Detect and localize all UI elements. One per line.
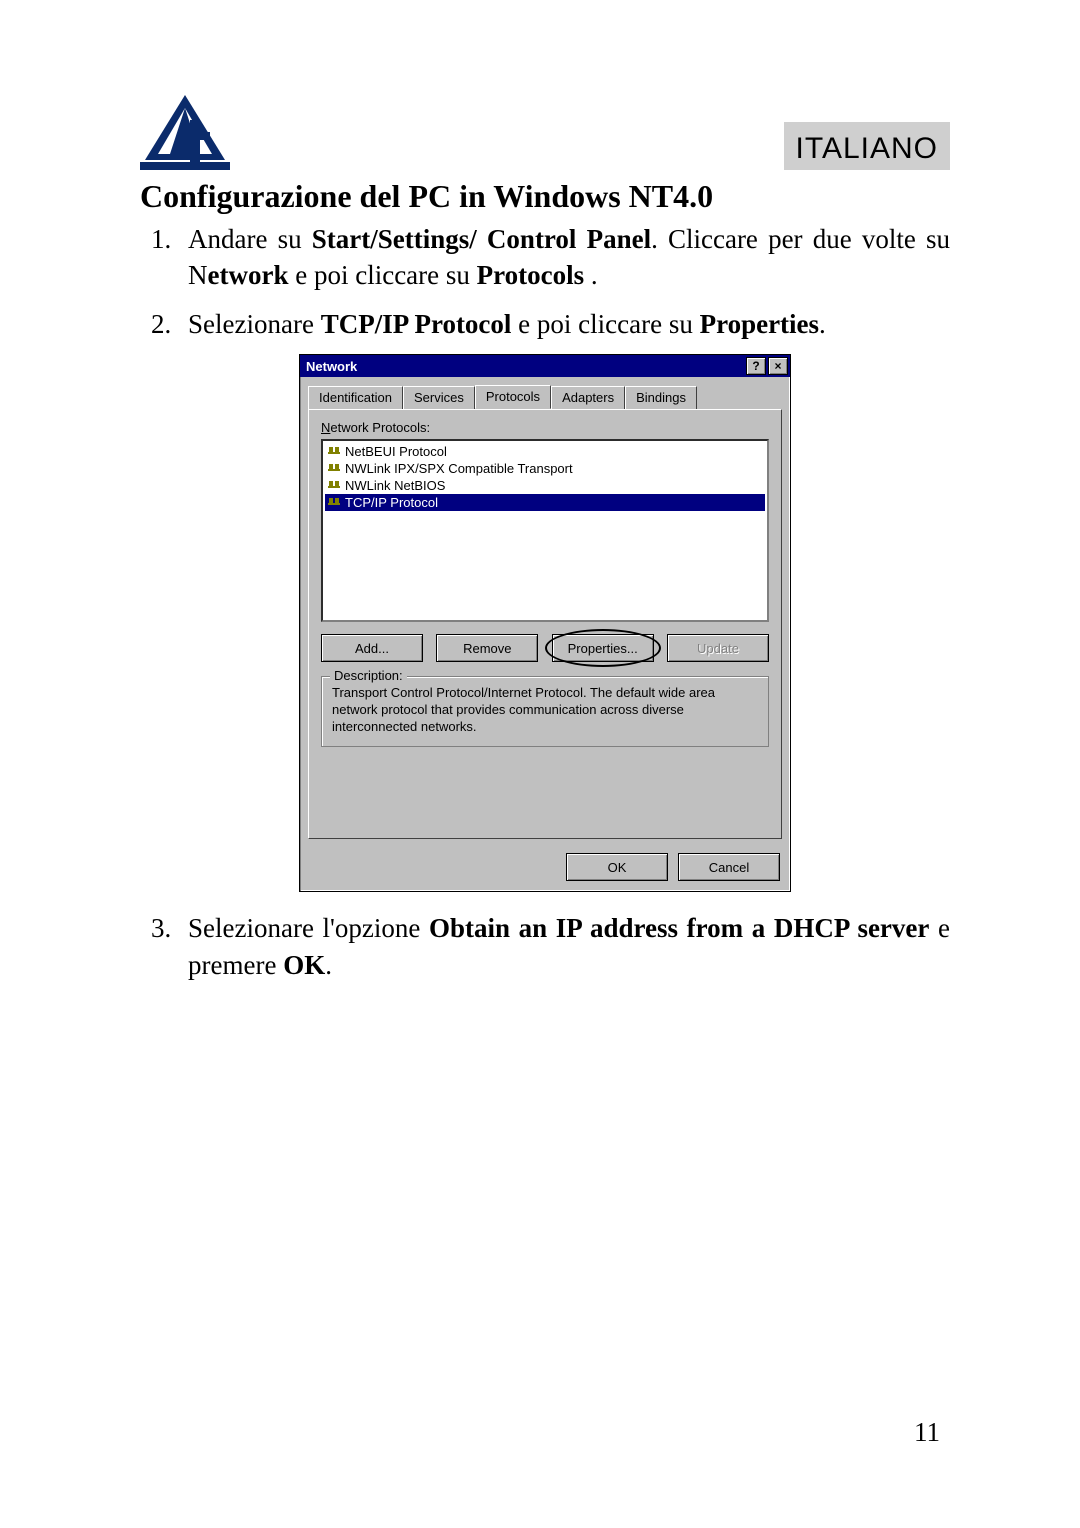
tab-bindings[interactable]: Bindings xyxy=(625,386,697,410)
network-dialog: Network ? × Identification Services Prot… xyxy=(299,354,791,892)
list-item-label: NetBEUI Protocol xyxy=(345,444,447,459)
help-icon: ? xyxy=(752,360,759,372)
tab-strip: Identification Services Protocols Adapte… xyxy=(300,377,790,409)
list-item[interactable]: NWLink IPX/SPX Compatible Transport xyxy=(325,460,765,477)
dialog-titlebar[interactable]: Network ? × xyxy=(300,355,790,377)
instruction-item-1: Andare su Start/Settings/ Control Panel.… xyxy=(178,221,950,294)
instruction-item-2: Selezionare TCP/IP Protocol e poi clicca… xyxy=(178,306,950,342)
tab-identification[interactable]: Identification xyxy=(308,386,403,410)
tab-adapters[interactable]: Adapters xyxy=(551,386,625,410)
cancel-button[interactable]: Cancel xyxy=(678,853,780,881)
protocol-icon xyxy=(327,496,341,510)
ok-button[interactable]: OK xyxy=(566,853,668,881)
help-button[interactable]: ? xyxy=(746,357,766,375)
protocol-icon xyxy=(327,462,341,476)
protocol-icon xyxy=(327,445,341,459)
tab-protocols[interactable]: Protocols xyxy=(475,385,551,409)
list-item-label: TCP/IP Protocol xyxy=(345,495,438,510)
properties-button[interactable]: Properties... xyxy=(552,634,654,662)
instruction-item-3: Selezionare l'opzione Obtain an IP addre… xyxy=(178,910,950,983)
brand-logo-icon xyxy=(140,90,230,170)
tab-panel-protocols: Network Protocols: NetBEUI Protocol NWLi… xyxy=(308,409,782,839)
dialog-title: Network xyxy=(306,359,357,374)
list-item-label: NWLink IPX/SPX Compatible Transport xyxy=(345,461,573,476)
close-icon: × xyxy=(774,360,781,372)
description-label: Description: xyxy=(330,668,407,685)
description-group: Description: Transport Control Protocol/… xyxy=(321,676,769,747)
description-text: Transport Control Protocol/Internet Prot… xyxy=(332,685,758,736)
list-label: Network Protocols: xyxy=(321,420,769,435)
list-item[interactable]: NetBEUI Protocol xyxy=(325,443,765,460)
add-button[interactable]: Add... xyxy=(321,634,423,662)
list-item[interactable]: TCP/IP Protocol xyxy=(325,494,765,511)
tab-services[interactable]: Services xyxy=(403,386,475,410)
section-title: Configurazione del PC in Windows NT4.0 xyxy=(140,178,950,215)
language-label: ITALIANO xyxy=(784,122,950,170)
remove-button[interactable]: Remove xyxy=(436,634,538,662)
instruction-list: Andare su Start/Settings/ Control Panel.… xyxy=(140,221,950,342)
update-button[interactable]: Update xyxy=(667,634,769,662)
page-number: 11 xyxy=(914,1417,940,1448)
protocol-icon xyxy=(327,479,341,493)
instruction-list-cont: Selezionare l'opzione Obtain an IP addre… xyxy=(140,910,950,983)
protocol-listbox[interactable]: NetBEUI Protocol NWLink IPX/SPX Compatib… xyxy=(321,439,769,622)
list-item-label: NWLink NetBIOS xyxy=(345,478,445,493)
list-item[interactable]: NWLink NetBIOS xyxy=(325,477,765,494)
close-button[interactable]: × xyxy=(768,357,788,375)
